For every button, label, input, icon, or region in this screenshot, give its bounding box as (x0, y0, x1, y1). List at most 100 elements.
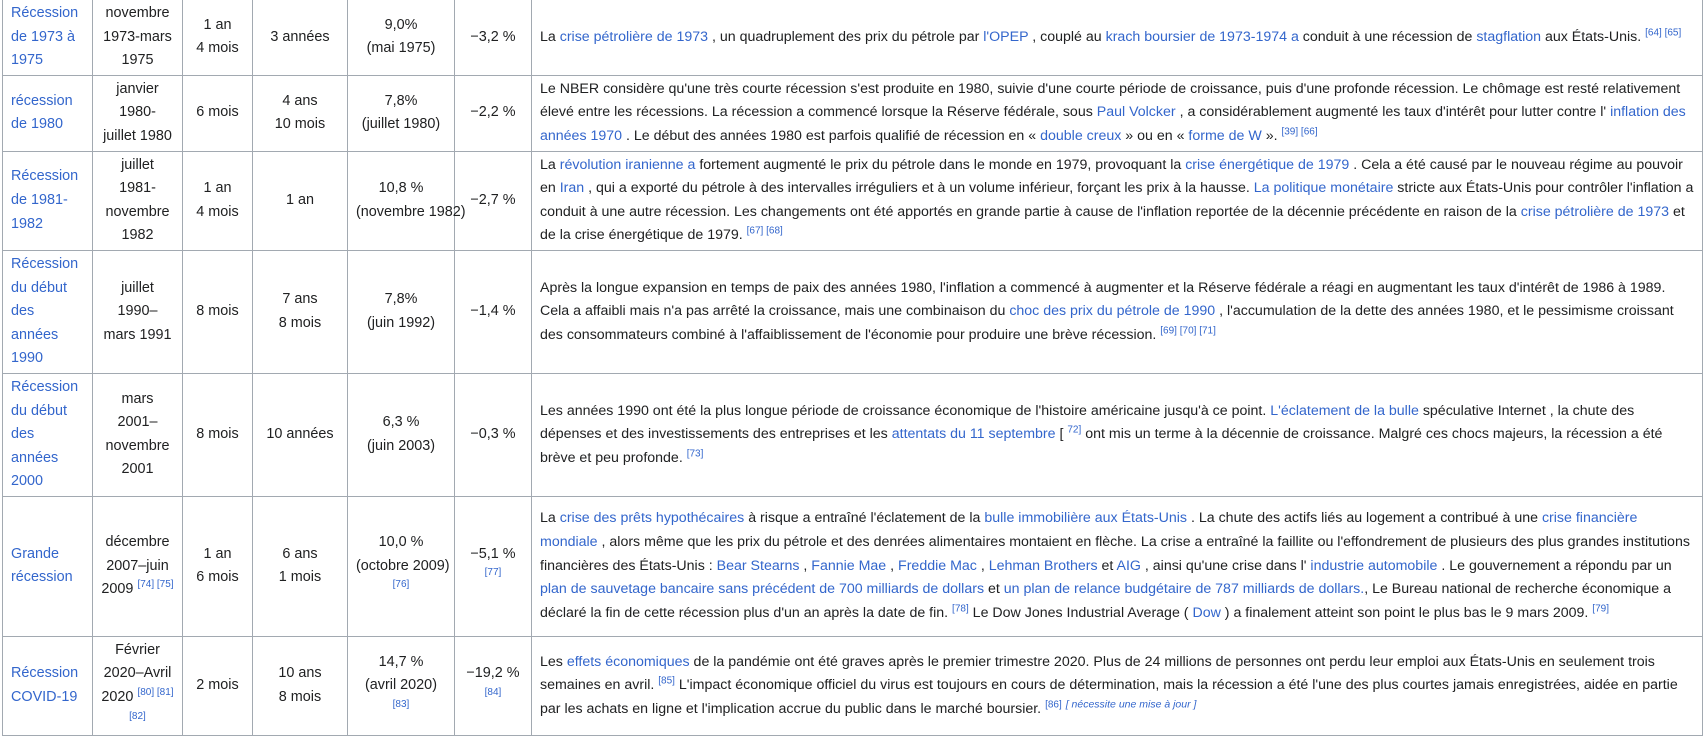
description-link[interactable]: stagflation (1476, 29, 1541, 45)
description-cell: La révolution iranienne a fortement augm… (531, 150, 1703, 251)
dates-cell: janvier 1980- juillet 1980 (92, 74, 183, 152)
description-link[interactable]: crise énergétique de 1979 (1185, 157, 1349, 173)
recession-name-link[interactable]: des années (11, 426, 58, 466)
dates-line: novembre (105, 437, 170, 454)
description-link[interactable]: Iran (560, 180, 584, 196)
recession-name-cell: Récession du début des années 1990 (2, 249, 93, 374)
description-link[interactable]: Lehman Brothers (989, 558, 1098, 574)
recession-name-link[interactable]: du début (11, 403, 67, 419)
description-link[interactable]: double creux (1040, 128, 1121, 144)
citation-ref[interactable]: [83] (393, 699, 410, 710)
dates-cell: mars 2001– novembre 2001 (92, 372, 183, 497)
citation-ref[interactable]: [69] [70] [71] (1160, 325, 1216, 336)
dates-line: juillet 1980 (103, 127, 172, 144)
recession-name-link[interactable]: 1990 (11, 350, 43, 366)
description-link[interactable]: Bear Stearns (717, 558, 800, 574)
dates-line: 2001 (121, 461, 154, 478)
duration-line: 1 an (203, 16, 232, 33)
since-previous-line: 3 années (270, 28, 330, 45)
recession-name-link[interactable]: 2000 (11, 473, 43, 489)
citation-ref[interactable]: [80] [81] [82] (129, 687, 173, 722)
peak-unemployment-cell: 6,3 % (juin 2003) (347, 372, 455, 497)
description-link[interactable]: crise pétrolière de 1973 (560, 29, 708, 45)
recession-name-link[interactable]: des années (11, 303, 58, 343)
description-link[interactable]: krach boursier de 1973-1974 a (1106, 29, 1299, 45)
description-link[interactable]: industrie automobile (1310, 558, 1437, 574)
recession-name-link[interactable]: de 1981- (11, 192, 68, 208)
recession-name-link[interactable]: 1982 (11, 216, 43, 232)
recession-name-link[interactable]: 1975 (11, 52, 43, 68)
duration-line: 1 an (203, 180, 232, 197)
citation-ref[interactable]: [39] [66] (1281, 126, 1317, 137)
duration-line: 2 mois (196, 677, 239, 694)
citation-ref[interactable]: [73] (687, 448, 704, 459)
description-link[interactable]: révolution iranienne a (560, 157, 696, 173)
description-link[interactable]: attentats du 11 septembre (892, 426, 1056, 442)
citation-ref[interactable]: 72] (1067, 424, 1081, 435)
recession-name-link[interactable]: Récession (11, 256, 78, 272)
description-link[interactable]: L'éclatement de la bulle (1270, 403, 1419, 419)
recession-name-cell: Grande récession (2, 495, 93, 637)
description-link[interactable]: crise des prêts hypothécaires (560, 510, 745, 526)
citation-ref[interactable]: [76] (393, 579, 410, 590)
citation-ref[interactable]: [77] (485, 568, 502, 579)
description-link[interactable]: bulle immobilière aux États-Unis (984, 510, 1187, 526)
description-text: , couplé au (1028, 28, 1106, 45)
description-link[interactable]: un plan de relance budgétaire de 787 mil… (1004, 581, 1364, 597)
recession-name-link[interactable]: COVID-19 (11, 689, 77, 705)
peak-unemployment-value: 10,0 % (378, 533, 424, 550)
description-text: ». (1261, 127, 1282, 144)
description-link[interactable]: La politique monétaire (1254, 180, 1394, 196)
description-cell: La crise pétrolière de 1973 , un quadrup… (531, 0, 1703, 76)
description-link[interactable]: choc des prix du pétrole de 1990 (1009, 303, 1215, 319)
description-link[interactable]: l'OPEP (983, 29, 1028, 45)
recession-name-link[interactable]: de 1973 à (11, 29, 75, 45)
description-link[interactable]: forme de W (1188, 128, 1261, 144)
since-previous-line: 10 mois (274, 116, 326, 133)
recession-name-link[interactable]: Récession (11, 168, 78, 184)
recession-name-link[interactable]: récession (11, 93, 73, 109)
citation-ref[interactable]: [74] [75] (137, 579, 173, 590)
description-link[interactable]: AIG (1117, 558, 1141, 574)
dates-line: 2009 (101, 581, 134, 598)
citation-ref[interactable]: [79] (1592, 603, 1609, 614)
description-text: , ainsi qu'une crise dans l' (1140, 557, 1311, 574)
duration-line: 8 mois (196, 426, 239, 443)
update-needed-note[interactable]: [ nécessite une mise à jour ] (1066, 698, 1197, 710)
description-link[interactable]: Fannie Mae (811, 558, 886, 574)
gdp-decline-value: −1,4 % (470, 303, 516, 320)
recession-name-link[interactable]: du début (11, 280, 67, 296)
description-link[interactable]: Dow (1192, 605, 1220, 621)
time-since-previous-cell: 10 ans 8 mois (252, 635, 348, 736)
citation-ref[interactable]: [64] [65] (1645, 27, 1681, 38)
citation-ref[interactable]: [84] (485, 687, 502, 698)
duration-cell: 2 mois (182, 635, 253, 736)
dates-line: novembre (105, 5, 170, 21)
recession-name-link[interactable]: Grande (11, 546, 59, 562)
description-text: , un quadruplement des prix du pétrole p… (708, 28, 984, 45)
description-text: conduit à une récession de (1298, 28, 1477, 45)
dates-line: 1982 (121, 227, 154, 244)
page: Récession de 1973 à 1975 novembre 1973-mars 1… (0, 0, 1707, 736)
description-link[interactable]: plan de sauvetage bancaire sans précéden… (540, 581, 984, 597)
description-link[interactable]: Paul Volcker (1097, 104, 1176, 120)
recession-name-link[interactable]: Récession (11, 665, 78, 681)
citation-ref[interactable]: [67] [68] (747, 226, 783, 237)
gdp-decline-value: −2,7 % (470, 191, 516, 208)
peak-unemployment-date: (octobre 2009) (356, 557, 450, 574)
citation-ref[interactable]: [86] (1045, 699, 1062, 710)
citation-ref[interactable]: [85] (658, 676, 675, 687)
gdp-decline-value: −3,2 % (470, 28, 516, 45)
citation-ref[interactable]: [78] (952, 603, 969, 614)
time-since-previous-cell: 10 années (252, 372, 348, 497)
recession-name-link[interactable]: Récession (11, 5, 78, 21)
recession-name-cell: Récession du début des années 2000 (2, 372, 93, 497)
description-link[interactable]: effets économiques (567, 654, 690, 670)
description-text: [ (1055, 426, 1068, 443)
recession-name-link[interactable]: récession (11, 569, 73, 585)
recession-name-link[interactable]: de 1980 (11, 116, 63, 132)
recession-name-link[interactable]: Récession (11, 379, 78, 395)
description-link[interactable]: Freddie Mac (898, 558, 977, 574)
duration-cell: 6 mois (182, 74, 253, 152)
description-link[interactable]: crise pétrolière de 1973 (1521, 204, 1669, 220)
